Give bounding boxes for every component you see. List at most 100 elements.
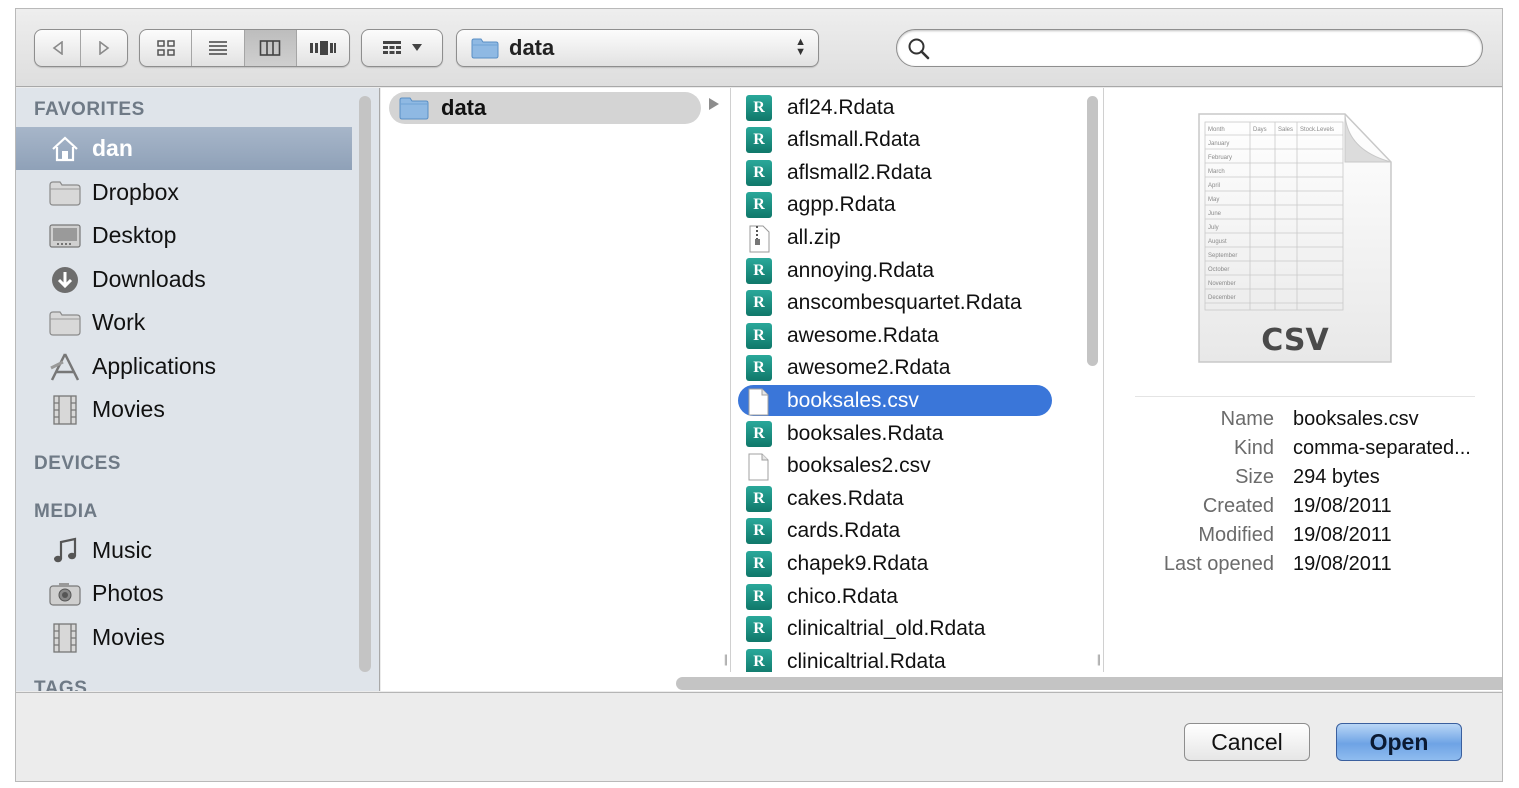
svg-text:November: November [1208, 281, 1236, 287]
sidebar-item-label: Music [92, 537, 153, 563]
sidebar-item-music[interactable]: Music [16, 529, 352, 572]
sidebar-item-label: Desktop [92, 222, 177, 248]
svg-text:May: May [1208, 197, 1219, 203]
document-icon [746, 388, 772, 416]
file-row[interactable]: Rclinicaltrial_old.Rdata [738, 614, 1052, 645]
file-row[interactable]: Rcakes.Rdata [738, 483, 1052, 514]
file-row[interactable]: Ranscombesquartet.Rdata [738, 288, 1052, 319]
folder-icon [399, 97, 429, 120]
r-data-icon: R [746, 94, 772, 121]
svg-text:Sales: Sales [1278, 127, 1293, 133]
file-row[interactable]: Rawesome2.Rdata [738, 353, 1052, 384]
file-row[interactable]: Rcards.Rdata [738, 516, 1052, 547]
file-name: anscombesquartet.Rdata [787, 291, 1022, 315]
column-view-button[interactable] [244, 30, 297, 66]
folder-row-data[interactable]: data [389, 92, 701, 124]
file-row[interactable]: Rchapek9.Rdata [738, 548, 1052, 579]
file-name: booksales.csv [787, 388, 919, 412]
file-name: chico.Rdata [787, 584, 898, 608]
r-data-icon: R [746, 420, 772, 447]
csv-preview-icon: Month Days Sales Stock.Levels January Februa… [1195, 110, 1395, 368]
file-name: annoying.Rdata [787, 258, 935, 282]
file-name: clinicaltrial_old.Rdata [787, 617, 986, 641]
column-resize-handle[interactable]: || [1097, 652, 1101, 666]
info-row: Name booksales.csv [1105, 408, 1502, 437]
info-row: Size 294 bytes [1105, 466, 1502, 495]
preview-column: Month Days Sales Stock.Levels January Februa… [1105, 88, 1502, 672]
file-name: chapek9.Rdata [787, 551, 929, 575]
sidebar-item-work[interactable]: Work [16, 301, 352, 344]
sidebar-item-downloads[interactable]: Downloads [16, 258, 352, 301]
file-row[interactable]: Rafl24.Rdata [738, 92, 1052, 123]
info-key: Created [1202, 495, 1274, 517]
back-icon [52, 41, 63, 55]
column-resize-handle[interactable]: || [724, 652, 728, 666]
list-view-button[interactable] [192, 30, 245, 66]
folder-icon [48, 308, 82, 338]
applications-icon [48, 352, 82, 382]
r-data-icon: R [746, 518, 772, 545]
r-data-icon: R [746, 192, 772, 219]
file-row[interactable]: Rbooksales.Rdata [738, 418, 1052, 449]
info-key: Last opened [1163, 553, 1274, 575]
folder-label: data [441, 95, 487, 120]
column-view-icon [259, 40, 281, 56]
open-button[interactable]: Open [1336, 723, 1462, 761]
file-row[interactable]: Rawesome.Rdata [738, 320, 1052, 351]
file-row[interactable]: booksales2.csv [738, 451, 1052, 482]
sidebar-item-photos[interactable]: Photos [16, 572, 352, 615]
file-row[interactable]: booksales.csv [738, 385, 1052, 417]
updown-arrows-icon: ▲ ▼ [795, 36, 806, 58]
movies-icon [48, 394, 82, 425]
forward-icon [99, 41, 110, 55]
search-input[interactable] [941, 36, 1461, 60]
file-row[interactable]: Raflsmall2.Rdata [738, 157, 1052, 188]
back-button[interactable] [35, 30, 82, 66]
sidebar-scrollbar[interactable] [359, 96, 371, 672]
r-data-icon: R [746, 485, 772, 512]
cancel-button[interactable]: Cancel [1184, 723, 1310, 761]
file-row[interactable]: Rclinicaltrial.Rdata [738, 646, 1052, 672]
info-key: Size [1235, 466, 1274, 488]
info-key: Name [1220, 408, 1274, 430]
file-row[interactable]: Rchico.Rdata [738, 581, 1052, 612]
forward-button[interactable] [81, 30, 127, 66]
cover-flow-button[interactable] [297, 30, 349, 66]
info-row: Created 19/08/2011 [1105, 495, 1502, 524]
r-data-icon: R [746, 257, 772, 284]
file-row[interactable]: Rannoying.Rdata [738, 255, 1052, 286]
file-name: booksales2.csv [787, 454, 931, 478]
sidebar-item-desktop[interactable]: Desktop [16, 214, 352, 257]
search-field[interactable] [896, 29, 1483, 67]
sidebar-item-applications[interactable]: Applications [16, 345, 352, 388]
view-mode-buttons [139, 29, 350, 67]
file-name: awesome.Rdata [787, 323, 939, 347]
cover-flow-icon [309, 41, 336, 55]
sidebar-item-movies[interactable]: Movies [16, 388, 352, 431]
info-value: 294 bytes [1293, 466, 1380, 488]
sidebar-item-movies-media[interactable]: Movies [16, 616, 352, 659]
sidebar-item-dan[interactable]: dan [16, 127, 352, 170]
svg-text:March: March [1208, 169, 1225, 175]
file-row[interactable]: Ragpp.Rdata [738, 190, 1052, 221]
file-list-scrollbar[interactable] [1087, 96, 1098, 366]
info-value: booksales.csv [1293, 408, 1419, 430]
desktop-icon [48, 221, 82, 251]
location-popup[interactable]: data ▲ ▼ [456, 29, 819, 67]
file-name: aflsmall.Rdata [787, 128, 921, 152]
icon-view-button[interactable] [140, 30, 193, 66]
arrange-icon [383, 41, 401, 54]
sidebar-item-dropbox[interactable]: Dropbox [16, 171, 352, 214]
file-name: afl24.Rdata [787, 95, 895, 119]
arrange-segment[interactable] [362, 30, 442, 66]
file-row[interactable]: all.zip [738, 222, 1052, 253]
location-label: data [509, 35, 555, 60]
arrange-button[interactable] [361, 29, 443, 67]
svg-text:August: August [1208, 239, 1227, 245]
info-value: 19/08/2011 [1293, 495, 1392, 517]
horizontal-scrollbar[interactable] [676, 677, 1502, 690]
file-row[interactable]: Raflsmall.Rdata [738, 125, 1052, 156]
r-data-icon: R [746, 159, 772, 186]
home-icon [48, 134, 82, 164]
movies-icon [48, 622, 82, 653]
